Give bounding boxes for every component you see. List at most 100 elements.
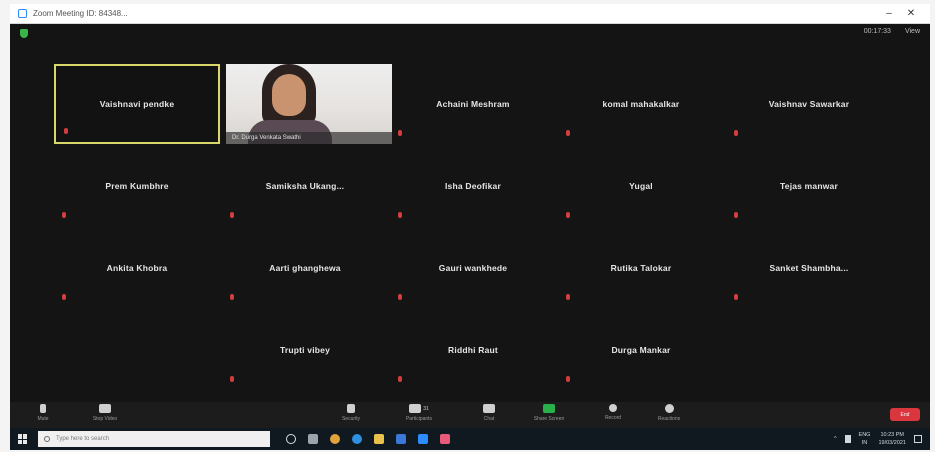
participant-tile[interactable]: Durga Mankar <box>558 310 724 390</box>
participant-name: Gauri wankhede <box>438 263 508 273</box>
participant-name: Rutika Talokar <box>610 263 672 273</box>
participant-name: Prem Kumbhre <box>105 181 169 191</box>
chat-icon <box>483 404 495 413</box>
search-icon <box>44 436 50 442</box>
participant-tile[interactable]: Yugal <box>558 146 724 226</box>
view-button[interactable]: View <box>905 28 920 35</box>
system-tray: ^ ENG IN 10:23 PM 19/03/2021 <box>834 431 922 447</box>
smiley-icon <box>664 404 674 413</box>
taskbar-search-input[interactable]: Type here to search <box>38 431 270 447</box>
close-button[interactable]: ✕ <box>900 8 922 19</box>
windows-taskbar: Type here to search ^ ENG IN 10:23 PM 19… <box>10 428 930 450</box>
participant-tile[interactable]: Gauri wankhede <box>390 228 556 308</box>
shield-icon[interactable] <box>20 29 28 38</box>
taskbar-apps <box>286 434 450 444</box>
language-indicator[interactable]: ENG IN <box>859 431 871 447</box>
muted-mic-icon <box>566 294 570 300</box>
muted-mic-icon <box>566 376 570 382</box>
participant-name: Isha Deofikar <box>445 181 501 191</box>
muted-mic-icon <box>64 128 68 134</box>
muted-mic-icon <box>230 294 234 300</box>
participants-icon <box>409 404 422 413</box>
participant-name: Trupti vibey <box>279 345 331 355</box>
record-button[interactable]: Record <box>590 404 636 421</box>
stop-video-button[interactable]: Stop Video <box>82 404 128 422</box>
chevron-up-icon[interactable]: ^ <box>834 436 837 442</box>
participants-button[interactable]: 31 Participants <box>396 404 442 422</box>
muted-mic-icon <box>398 212 402 218</box>
participant-tile[interactable]: Sanket Shambha... <box>726 228 892 308</box>
muted-mic-icon <box>734 294 738 300</box>
participant-tile[interactable]: Vaishnav Sawarkar <box>726 64 892 144</box>
participant-name: Tejas manwar <box>780 181 838 191</box>
cortana-icon[interactable] <box>286 434 296 444</box>
muted-mic-icon <box>734 212 738 218</box>
top-right-controls: 00:17:33 View <box>864 28 920 35</box>
file-explorer-icon[interactable] <box>374 434 384 444</box>
end-meeting-button[interactable]: End <box>890 408 920 421</box>
chrome-icon[interactable] <box>330 434 340 444</box>
participant-name: Yugal <box>629 181 653 191</box>
meeting-timer: 00:17:33 <box>863 28 891 35</box>
security-button[interactable]: Security <box>328 404 374 422</box>
meeting-view: 00:17:33 View Vaishnavi pendke Dr. Durga… <box>10 24 930 428</box>
video-caption: Dr. Durga Venkata Swathi <box>226 132 392 144</box>
reactions-button[interactable]: Reactions <box>646 404 692 422</box>
participant-tile[interactable]: Isha Deofikar <box>390 146 556 226</box>
participant-tile[interactable]: Samiksha Ukang... <box>222 146 388 226</box>
shield-icon <box>347 404 355 413</box>
muted-mic-icon <box>62 294 66 300</box>
participant-name: Durga Mankar <box>611 345 671 355</box>
task-view-icon[interactable] <box>308 434 318 444</box>
participant-video-tile[interactable]: Dr. Durga Venkata Swathi <box>226 64 392 144</box>
participant-tile[interactable]: Tejas manwar <box>726 146 892 226</box>
video-face <box>272 74 306 116</box>
muted-mic-icon <box>230 212 234 218</box>
zoom-taskbar-icon[interactable] <box>418 434 428 444</box>
muted-mic-icon <box>398 376 402 382</box>
video-camera-icon <box>99 404 111 413</box>
participant-name: Sanket Shambha... <box>769 263 849 273</box>
participant-name: Vaishnavi pendke <box>99 99 175 109</box>
participant-name: Ankita Khobra <box>106 263 168 273</box>
chat-button[interactable]: Chat <box>466 404 512 422</box>
participant-tile[interactable]: Vaishnavi pendke <box>54 64 220 144</box>
muted-mic-icon <box>566 212 570 218</box>
clock[interactable]: 10:23 PM 19/03/2021 <box>878 431 906 447</box>
participant-tile[interactable]: Rutika Talokar <box>558 228 724 308</box>
participant-tile[interactable]: Riddhi Raut <box>390 310 556 390</box>
participant-name: Vaishnav Sawarkar <box>768 99 850 109</box>
search-placeholder: Type here to search <box>56 436 110 442</box>
battery-icon[interactable] <box>844 435 851 443</box>
share-screen-button[interactable]: Share Screen <box>526 404 572 422</box>
participant-tile[interactable]: Prem Kumbhre <box>54 146 220 226</box>
participant-tile[interactable]: Ankita Khobra <box>54 228 220 308</box>
participant-tile[interactable]: komal mahakalkar <box>558 64 724 144</box>
window-title: Zoom Meeting ID: 84348... <box>33 9 128 18</box>
windows-start-icon[interactable] <box>18 434 28 444</box>
participant-name: komal mahakalkar <box>602 99 680 109</box>
muted-mic-icon <box>398 294 402 300</box>
participant-tile[interactable]: Trupti vibey <box>222 310 388 390</box>
muted-mic-icon <box>62 212 66 218</box>
meeting-top-strip: 00:17:33 View <box>10 24 930 42</box>
edge-icon[interactable] <box>352 434 362 444</box>
minimize-button[interactable]: – <box>878 8 900 19</box>
record-icon <box>609 404 617 412</box>
participant-tile[interactable]: Aarti ghanghewa <box>222 228 388 308</box>
notification-icon[interactable] <box>914 435 922 443</box>
share-screen-icon <box>543 404 555 413</box>
muted-mic-icon <box>734 130 738 136</box>
photos-icon[interactable] <box>440 434 450 444</box>
store-icon[interactable] <box>396 434 406 444</box>
window-titlebar: Zoom Meeting ID: 84348... – ✕ <box>10 4 930 24</box>
meeting-toolbar: Mute Stop Video Security 31 Participants… <box>10 402 930 428</box>
muted-mic-icon <box>230 376 234 382</box>
participant-name: Riddhi Raut <box>448 345 498 355</box>
participant-count: 31 <box>423 405 429 412</box>
participant-name: Aarti ghanghewa <box>269 263 341 273</box>
mute-button[interactable]: Mute <box>20 404 66 422</box>
participant-name: Samiksha Ukang... <box>265 181 345 191</box>
microphone-icon <box>40 404 46 413</box>
participant-tile[interactable]: Achaini Meshram <box>390 64 556 144</box>
